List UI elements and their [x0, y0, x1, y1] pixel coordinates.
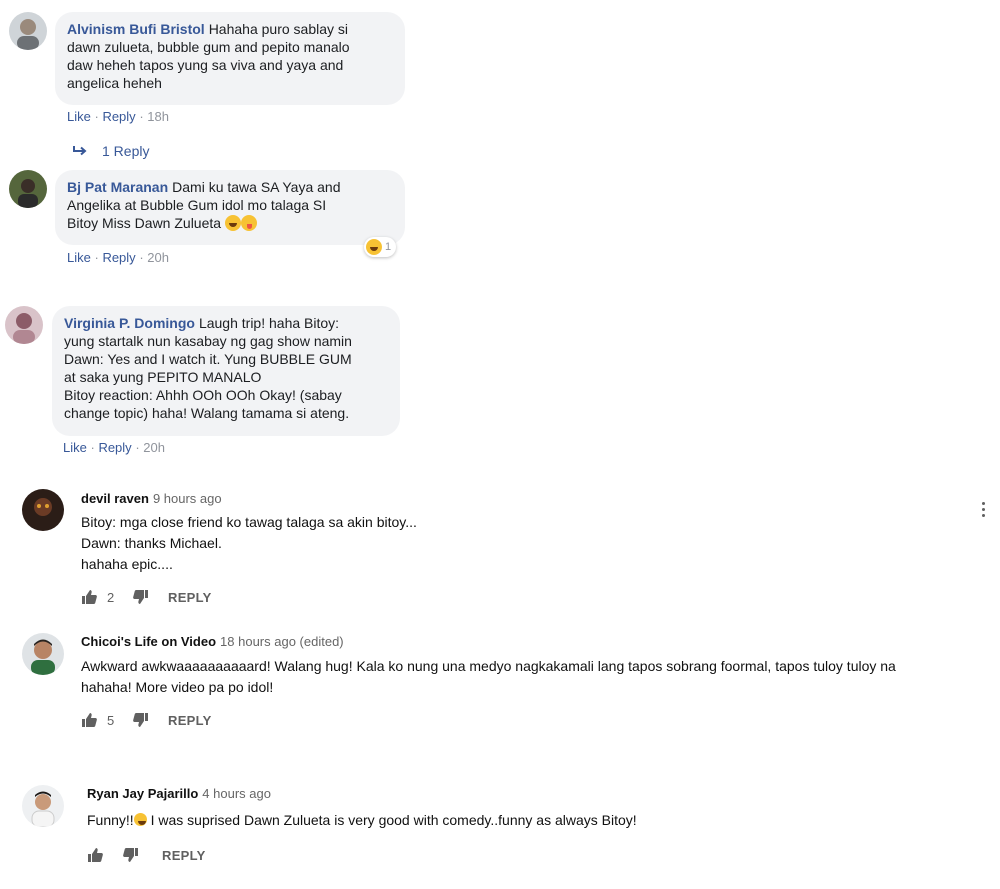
comment-header: Chicoi's Life on Video 18 hours ago (edit…: [81, 633, 344, 651]
comment-line: hahaha! More video pa po idol!: [81, 679, 274, 695]
comment-actions: Like · Reply · 20h: [67, 250, 169, 265]
comment-header: devil raven 9 hours ago: [81, 490, 222, 508]
comment-text: Dawn: Yes and I watch it. Yung BUBBLE GU…: [64, 351, 352, 367]
comment-line: Bitoy: mga close friend ko tawag talaga …: [81, 514, 417, 530]
comment-text: Bitoy Miss Dawn Zulueta: [67, 215, 222, 231]
comment-text: Funny!! I was suprised Dawn Zulueta is v…: [87, 810, 967, 831]
comment-bubble: Bj Pat Maranan Dami ku tawa SA Yaya and A…: [55, 170, 405, 245]
comment-line: I was suprised Dawn Zulueta is very good…: [146, 812, 637, 828]
view-replies-link[interactable]: 1 Reply: [72, 143, 149, 159]
comment-actions: Like · Reply · 20h: [63, 440, 165, 455]
comment-bubble: Virginia P. Domingo Laugh trip! haha Bito…: [52, 306, 400, 436]
thumbs-up-icon[interactable]: [87, 847, 103, 863]
comment-line: hahaha epic....: [81, 556, 173, 572]
reply-button[interactable]: REPLY: [168, 590, 212, 605]
comment-line: Funny!!: [87, 812, 134, 828]
comment-text: Hahaha puro sablay si: [208, 21, 348, 37]
reaction-count: 1: [385, 241, 392, 253]
comment-author[interactable]: devil raven: [81, 491, 149, 506]
comment-author[interactable]: Chicoi's Life on Video: [81, 634, 216, 649]
comment-line: Awkward awkwaaaaaaaaaard! Walang hug! Ka…: [81, 658, 896, 674]
avatar[interactable]: [22, 489, 64, 531]
like-count: 2: [107, 589, 115, 605]
comment-time[interactable]: 9 hours ago: [153, 491, 222, 506]
replies-count: 1 Reply: [102, 143, 150, 159]
comment-time[interactable]: 18 hours ago (edited): [220, 634, 344, 649]
avatar[interactable]: [22, 633, 64, 675]
comment-time: 20h: [147, 250, 169, 265]
like-link[interactable]: Like: [67, 250, 91, 265]
comment-actions: 5 REPLY: [81, 712, 212, 728]
reply-button[interactable]: REPLY: [162, 848, 206, 863]
avatar[interactable]: [9, 12, 47, 50]
comment-time: 20h: [143, 440, 165, 455]
comment-actions: REPLY: [87, 847, 206, 863]
reaction-badge[interactable]: 1: [364, 237, 397, 257]
comment-text: angelica heheh: [67, 75, 162, 91]
comment-actions: 2 REPLY: [81, 589, 212, 605]
comment-line: Dawn: thanks Michael.: [81, 535, 222, 551]
comment-text: dawn zulueta, bubble gum and pepito mana…: [67, 39, 350, 55]
like-link[interactable]: Like: [63, 440, 87, 455]
thumbs-down-icon[interactable]: [133, 589, 149, 605]
comment-author[interactable]: Virginia P. Domingo: [64, 315, 195, 331]
comment-author[interactable]: Bj Pat Maranan: [67, 179, 168, 195]
thumbs-down-icon[interactable]: [133, 712, 149, 728]
avatar[interactable]: [9, 170, 47, 208]
comment-actions: Like · Reply · 18h: [67, 109, 169, 124]
comment-text: Dami ku tawa SA Yaya and: [172, 179, 341, 195]
haha-reaction-icon: [366, 239, 382, 255]
reply-button[interactable]: REPLY: [168, 713, 212, 728]
comment-header: Ryan Jay Pajarillo 4 hours ago: [87, 785, 271, 803]
comment-time: 18h: [147, 109, 169, 124]
comment-time[interactable]: 4 hours ago: [202, 786, 271, 801]
comment-author[interactable]: Ryan Jay Pajarillo: [87, 786, 198, 801]
laughing-emoji-icon: [224, 215, 241, 231]
thumbs-up-icon[interactable]: [81, 589, 97, 605]
thumbs-up-icon[interactable]: [81, 712, 97, 728]
comment-text: Awkward awkwaaaaaaaaaard! Walang hug! Ka…: [81, 656, 981, 698]
reply-link[interactable]: Reply: [98, 440, 131, 455]
reply-arrow-icon: [73, 146, 87, 156]
comment-text: at saka yung PEPITO MANALO: [64, 369, 262, 385]
comment-text: change topic) haha! Walang tamama si ate…: [64, 405, 350, 421]
tongue-emoji-icon: [240, 215, 257, 231]
comment-text: daw heheh tapos yung sa viva and yaya an…: [67, 57, 344, 73]
reply-link[interactable]: Reply: [102, 250, 135, 265]
like-count: 5: [107, 712, 115, 728]
comment-text: Bitoy: mga close friend ko tawag talaga …: [81, 512, 961, 575]
comment-text: Laugh trip! haha Bitoy:: [198, 315, 340, 331]
avatar[interactable]: [22, 785, 64, 827]
comment-text: Bitoy reaction: Ahhh OOh OOh Okay! (saba…: [64, 387, 342, 403]
like-link[interactable]: Like: [67, 109, 91, 124]
comment-bubble: Alvinism Bufi Bristol Hahaha puro sablay …: [55, 12, 405, 105]
comment-text: yung startalk nun kasabay ng gag show na…: [64, 333, 352, 349]
more-options-icon[interactable]: [982, 502, 985, 517]
reply-link[interactable]: Reply: [102, 109, 135, 124]
comment-author[interactable]: Alvinism Bufi Bristol: [67, 21, 205, 37]
laughing-emoji-icon: [133, 813, 147, 826]
avatar[interactable]: [5, 306, 43, 344]
comment-text: Angelika at Bubble Gum idol mo talaga SI: [67, 197, 327, 213]
thumbs-down-icon[interactable]: [123, 847, 139, 863]
